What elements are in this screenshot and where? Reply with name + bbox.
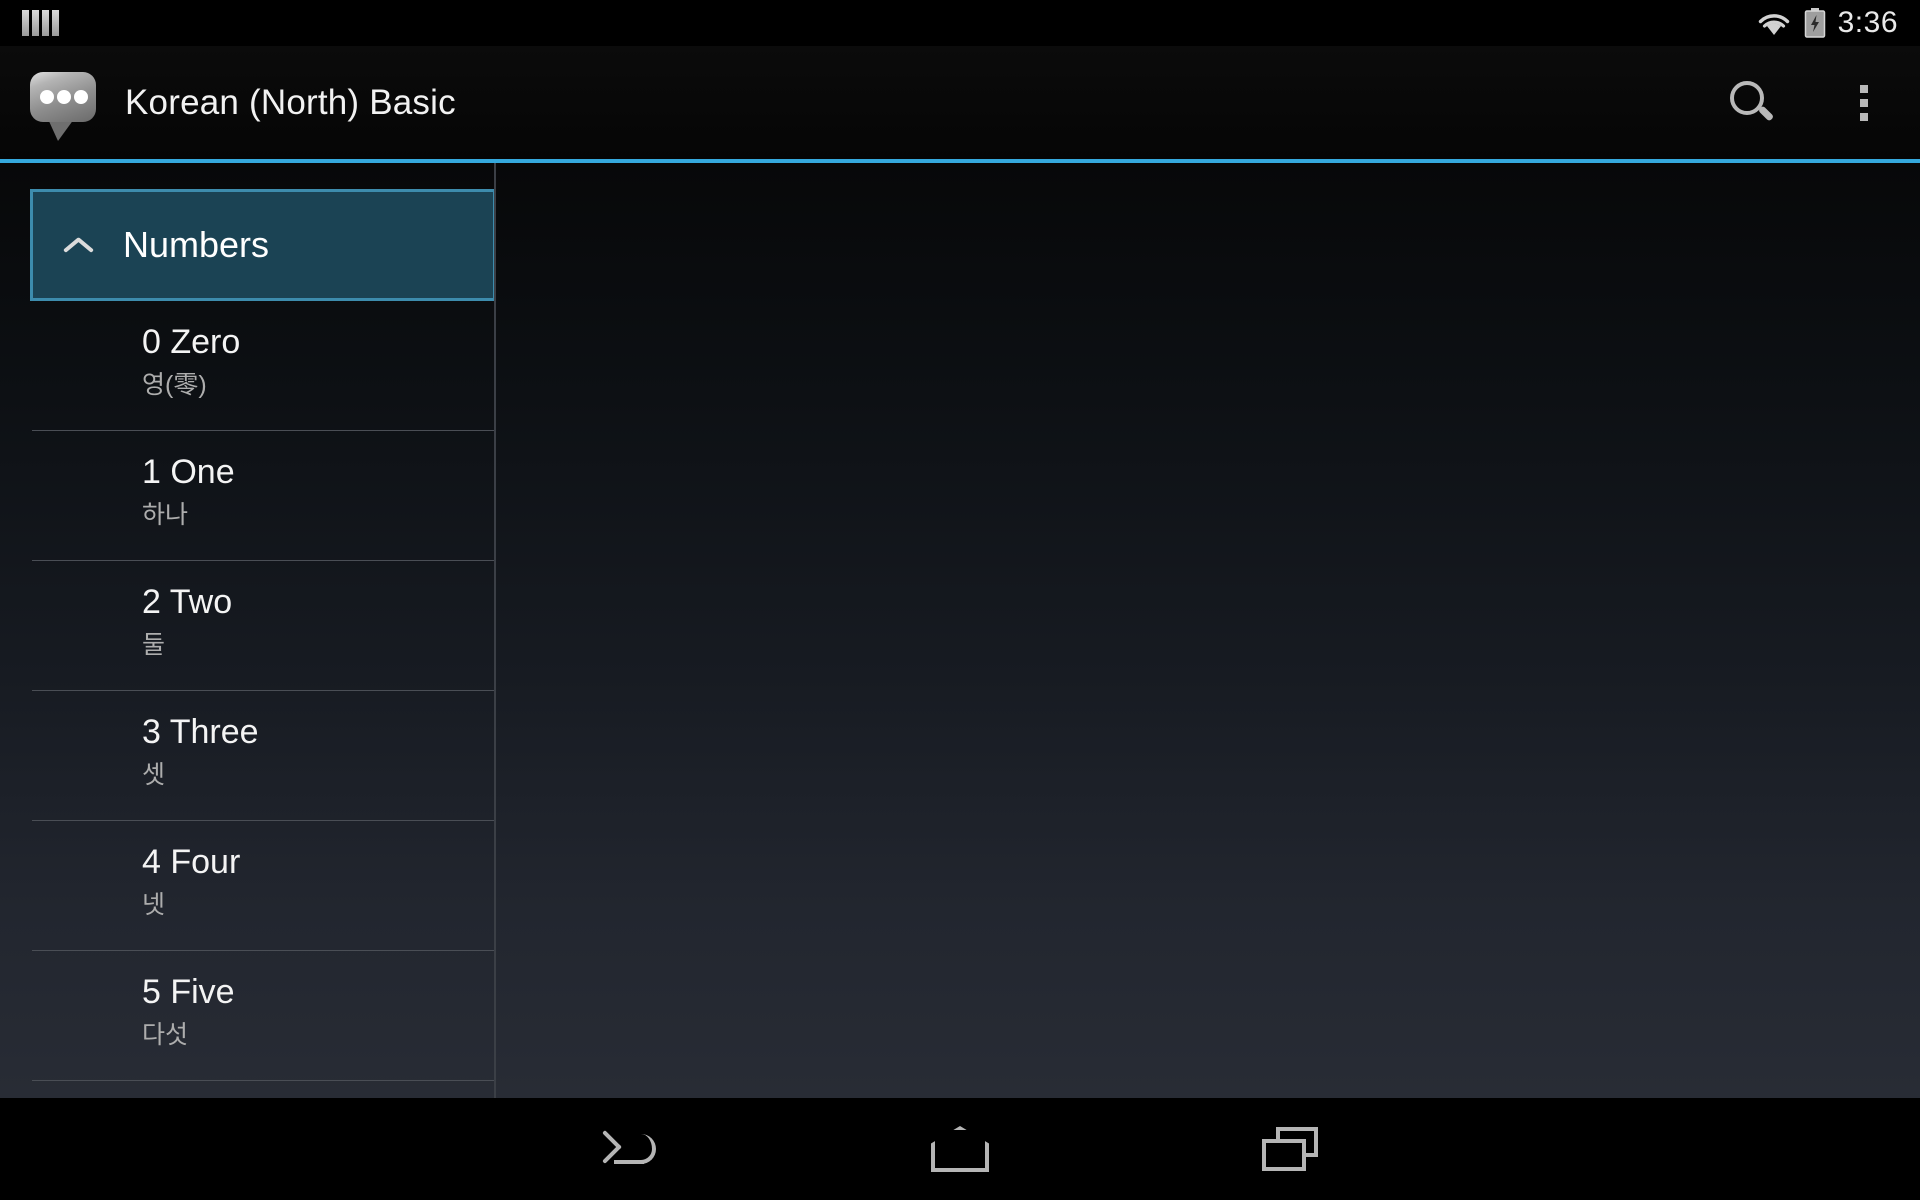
recent-apps-button[interactable]	[1125, 1098, 1455, 1200]
content-area: Numbers 0 Zero 영(零) 1 One 하나 2 Two 둘 3 T…	[0, 163, 1920, 1098]
detail-pane	[496, 163, 1920, 1098]
list-item-title: 0 Zero	[142, 323, 241, 361]
list-item-title: 5 Five	[142, 973, 235, 1011]
action-bar-actions	[1696, 46, 1920, 159]
notification-bars-icon	[22, 10, 59, 36]
overflow-menu-button[interactable]	[1808, 46, 1920, 159]
list-item[interactable]: 4 Four 넷	[32, 821, 494, 951]
back-arrow-icon	[600, 1126, 660, 1172]
navigation-bar	[0, 1098, 1920, 1200]
action-bar: Korean (North) Basic	[0, 46, 1920, 159]
list-item[interactable]: 0 Zero 영(零)	[32, 301, 494, 431]
status-bar-clock: 3:36	[1837, 6, 1898, 39]
list-item-title: 4 Four	[142, 843, 241, 881]
status-bar-right: 3:36	[1756, 8, 1920, 38]
chevron-up-icon	[63, 235, 97, 255]
list-item[interactable]: 1 One 하나	[32, 431, 494, 561]
list-item-subtitle: 영(零)	[142, 371, 207, 400]
list-item-title: 1 One	[142, 453, 235, 491]
status-bar-left	[0, 10, 59, 36]
group-header-label: Numbers	[123, 224, 270, 265]
list-item-subtitle: 다섯	[142, 1021, 189, 1050]
page-title: Korean (North) Basic	[125, 82, 456, 122]
list-item[interactable]: 5 Five 다섯	[32, 951, 494, 1081]
speech-bubble-icon	[26, 66, 100, 141]
search-icon	[1730, 80, 1775, 125]
list-item[interactable]: 3 Three 셋	[32, 691, 494, 821]
list-item-subtitle: 넷	[142, 891, 166, 920]
overflow-menu-icon	[1860, 84, 1868, 121]
back-button[interactable]	[465, 1098, 795, 1200]
status-bar: 3:36	[0, 0, 1920, 46]
list-item-subtitle: 하나	[142, 501, 189, 530]
battery-charging-icon	[1804, 8, 1826, 38]
recent-apps-icon	[1262, 1127, 1318, 1171]
android-screen: 3:36 Korean (North) Basic Numbers 0 Zero…	[0, 0, 1920, 1200]
wifi-icon	[1756, 10, 1792, 36]
list-item-title: 3 Three	[142, 713, 259, 751]
category-list-pane[interactable]: Numbers 0 Zero 영(零) 1 One 하나 2 Two 둘 3 T…	[0, 163, 494, 1098]
list-item[interactable]: 2 Two 둘	[32, 561, 494, 691]
search-button[interactable]	[1696, 46, 1808, 159]
group-header-numbers[interactable]: Numbers	[30, 189, 494, 301]
list-item-subtitle: 셋	[142, 761, 166, 790]
list-item-title: 2 Two	[142, 583, 233, 621]
home-button[interactable]	[795, 1098, 1125, 1200]
list-item-subtitle: 둘	[142, 631, 166, 660]
home-icon	[931, 1126, 989, 1172]
